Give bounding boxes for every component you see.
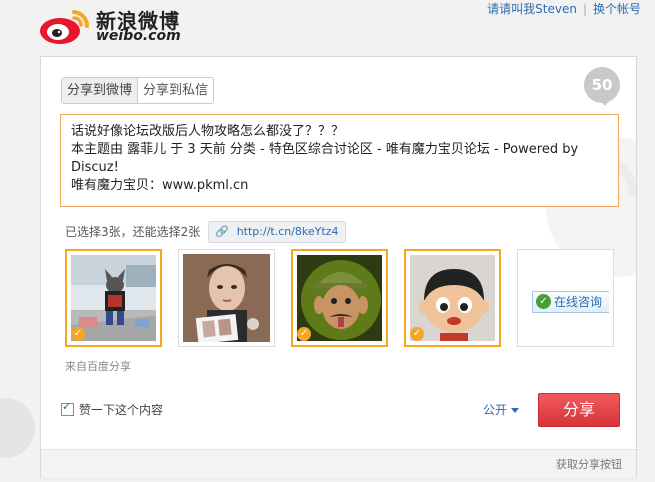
tab-share-private-message[interactable]: 分享到私信 <box>137 78 213 103</box>
online-chat-button: ✓ 在线咨询 <box>532 291 609 313</box>
post-text-line: 话说好像论坛改版后人物攻略怎么都没了？？？ <box>71 124 345 139</box>
share-source-label: 来自百度分享 <box>65 360 131 373</box>
cartoon-boy-image <box>410 255 495 341</box>
like-label: 赞一下这个内容 <box>79 403 164 417</box>
tab-share-weibo[interactable]: 分享到微博 <box>62 78 138 103</box>
image-thumb-soldier[interactable]: ✓ <box>291 249 388 347</box>
divider: | <box>582 2 587 16</box>
short-url-box[interactable]: 🔗 http://t.cn/8keYtz4 <box>208 221 346 243</box>
like-checkbox[interactable] <box>61 400 74 416</box>
username-link[interactable]: 请请叫我Steven <box>487 2 577 16</box>
image-thumb-chat[interactable]: ✓ 在线咨询 <box>517 249 614 347</box>
image-thumb-dog[interactable]: ✓ <box>65 249 162 347</box>
like-option[interactable]: 赞一下这个内容 <box>61 400 164 418</box>
post-text-line: 本主题由 露菲儿 于 3 天前 分类 - 特色区综合讨论区 - 唯有魔力宝贝论坛… <box>71 142 579 157</box>
online-chat-image: ✓ 在线咨询 <box>522 254 609 342</box>
chat-check-icon: ✓ <box>536 294 551 309</box>
online-chat-label: 在线咨询 <box>553 295 602 309</box>
selected-check-icon: ✓ <box>410 327 424 341</box>
selected-check-icon: ✓ <box>71 327 85 341</box>
top-bar: 新浪微博 weibo.com 请请叫我Steven | 换个帐号 <box>0 0 655 50</box>
caret-down-icon <box>511 408 520 413</box>
man-photo-image <box>183 254 270 342</box>
visibility-dropdown[interactable]: 公开 <box>483 401 520 418</box>
weibo-logo-icon[interactable] <box>38 4 94 50</box>
link-icon: 🔗 <box>215 225 229 238</box>
share-target-tabs: 分享到微博 分享到私信 <box>61 77 215 104</box>
post-text-line: 唯有魔力宝贝：www.pkml.cn <box>71 178 249 193</box>
selected-check-icon: ✓ <box>297 327 311 341</box>
brand-domain: weibo.com <box>96 28 181 44</box>
get-share-button-link[interactable]: 获取分享按钮 <box>556 456 622 472</box>
image-thumb-boy[interactable]: ✓ <box>404 249 501 347</box>
image-thumb-man[interactable] <box>178 249 275 347</box>
cartoon-soldier-image <box>297 255 382 341</box>
remaining-chars-badge: 50 <box>584 67 620 106</box>
share-button[interactable]: 分享 <box>538 393 620 427</box>
post-textarea[interactable]: 话说好像论坛改版后人物攻略怎么都没了？？？ 本主题由 露菲儿 于 3 天前 分类… <box>60 114 619 207</box>
share-panel: 分享到微博 分享到私信 50 话说好像论坛改版后人物攻略怎么都没了？？？ 本主题… <box>40 56 637 478</box>
background-decoration <box>0 398 35 458</box>
panel-footer: 获取分享按钮 <box>41 449 636 478</box>
account-links: 请请叫我Steven | 换个帐号 <box>487 0 641 17</box>
visibility-label: 公开 <box>483 403 508 417</box>
short-url-text: http://t.cn/8keYtz4 <box>236 225 339 238</box>
post-text-line: Discuz! <box>71 160 119 175</box>
image-selection-status: 已选择3张，还能选择2张 <box>65 225 201 239</box>
dog-costume-image <box>71 255 156 341</box>
switch-account-link[interactable]: 换个帐号 <box>593 2 641 16</box>
